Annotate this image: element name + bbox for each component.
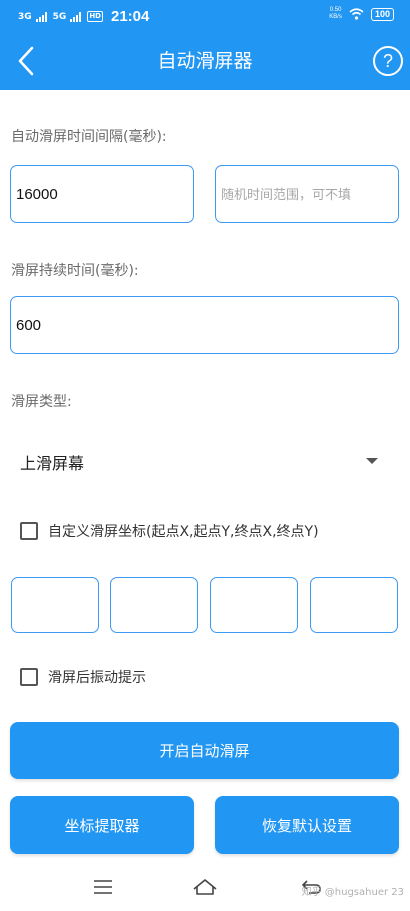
hd-badge: HD [87, 11, 103, 22]
menu-icon [94, 880, 112, 894]
start-button[interactable]: 开启自动滑屏 [10, 722, 399, 779]
signal-icon [35, 11, 47, 22]
app-bar: 自动滑屏器 ? [0, 32, 410, 90]
swipe-type-label: 滑屏类型: [11, 394, 72, 410]
network-speed: 0.50 KB/s [329, 7, 342, 21]
end-x-input[interactable] [210, 577, 298, 633]
status-left: 3G 5G HD 21:04 [18, 8, 149, 25]
network-5g-label: 5G [52, 11, 67, 22]
random-range-input[interactable] [215, 165, 399, 223]
swipe-type-value: 上滑屏幕 [20, 454, 85, 473]
vibrate-label: 滑屏后振动提示 [48, 670, 146, 686]
status-bar: 3G 5G HD 21:04 0.50 KB/s 100 [0, 0, 410, 32]
wifi-icon [349, 8, 364, 20]
page-title: 自动滑屏器 [157, 50, 253, 72]
custom-coords-label: 自定义滑屏坐标(起点X,起点Y,终点X,终点Y) [48, 524, 319, 540]
network-3g-label: 3G [18, 11, 32, 22]
coord-picker-button[interactable]: 坐标提取器 [10, 796, 194, 854]
network-speed-value: 0.50 [329, 7, 342, 13]
duration-label: 滑屏持续时间(毫秒): [11, 263, 139, 279]
help-button[interactable]: ? [373, 46, 403, 76]
network-speed-unit: KB/s [329, 14, 342, 20]
battery-indicator: 100 [370, 7, 394, 21]
end-y-input[interactable] [310, 577, 398, 633]
home-icon [193, 879, 217, 895]
start-x-input[interactable] [11, 577, 99, 633]
status-right: 0.50 KB/s 100 [329, 7, 394, 21]
signal-icon [70, 11, 82, 22]
question-circle-icon: ? [382, 50, 393, 71]
vibrate-option[interactable]: 滑屏后振动提示 [20, 667, 146, 687]
interval-input[interactable] [10, 165, 194, 223]
nav-menu-button[interactable] [88, 873, 118, 901]
vibrate-checkbox[interactable] [20, 668, 38, 686]
custom-coords-checkbox[interactable] [20, 522, 38, 540]
start-y-input[interactable] [110, 577, 198, 633]
custom-coords-option[interactable]: 自定义滑屏坐标(起点X,起点Y,终点X,终点Y) [20, 521, 319, 541]
nav-home-button[interactable] [190, 873, 220, 901]
swipe-type-select[interactable]: 上滑屏幕 [10, 440, 398, 482]
reset-button[interactable]: 恢复默认设置 [215, 796, 399, 854]
status-time: 21:04 [110, 8, 150, 25]
watermark: 知乎 @hugsahuer 23 [301, 887, 404, 898]
interval-label: 自动滑屏时间间隔(毫秒): [11, 129, 167, 145]
caret-down-icon [366, 458, 378, 464]
duration-input[interactable] [10, 296, 399, 354]
